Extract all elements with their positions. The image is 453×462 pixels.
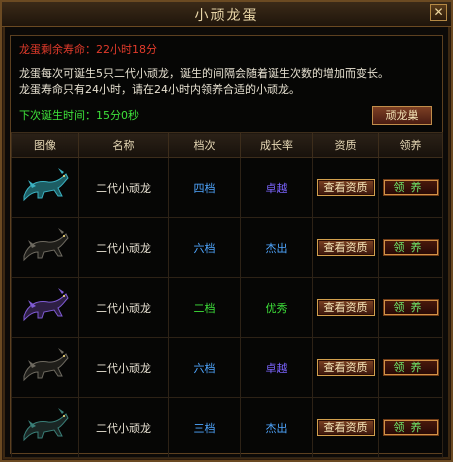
growth-rate: 杰出	[240, 397, 313, 458]
dragon-image-cell	[11, 397, 79, 458]
dragon-image-cell	[11, 277, 79, 338]
dragon-name: 二代小顽龙	[78, 277, 169, 338]
growth-rate: 杰出	[240, 217, 313, 278]
dragon-grade: 二档	[168, 277, 241, 338]
header-adopt: 领养	[378, 132, 443, 158]
growth-rate: 优秀	[240, 277, 313, 338]
dragon-table: 图像 名称 档次 成长率 资质 领养 二代小顽龙 四档 卓越 查看资质 领养 二…	[11, 132, 443, 458]
dragon-image-cell	[11, 337, 79, 398]
dark-dragon-icon	[23, 348, 69, 382]
close-icon: ✕	[433, 5, 444, 19]
header-aptitude: 资质	[312, 132, 379, 158]
dragon-name: 二代小顽龙	[78, 397, 169, 458]
aptitude-cell: 查看资质	[312, 217, 379, 278]
view-aptitude-button[interactable]: 查看资质	[316, 359, 375, 376]
dragon-grade: 六档	[168, 217, 241, 278]
aptitude-cell: 查看资质	[312, 397, 379, 458]
adopt-button[interactable]: 领养	[382, 359, 439, 376]
window-title: 小顽龙蛋	[194, 8, 259, 24]
description-line-1: 龙蛋每次可诞生5只二代小顽龙，诞生的间隔会随着诞生次数的增加而变长。	[19, 67, 389, 80]
close-button[interactable]: ✕	[430, 4, 447, 21]
adopt-button[interactable]: 领养	[382, 299, 439, 316]
dragon-grade: 四档	[168, 157, 241, 218]
dragon-grade: 六档	[168, 337, 241, 398]
teal-dragon-icon	[23, 168, 69, 202]
view-aptitude-button[interactable]: 查看资质	[316, 299, 375, 316]
aptitude-cell: 查看资质	[312, 337, 379, 398]
table-row: 二代小顽龙 四档 卓越 查看资质 领养	[11, 157, 443, 218]
table-row: 二代小顽龙 二档 优秀 查看资质 领养	[11, 277, 443, 338]
adopt-cell: 领养	[378, 397, 443, 458]
header-grade: 档次	[168, 132, 241, 158]
adopt-button[interactable]: 领养	[382, 179, 439, 196]
header-growth: 成长率	[240, 132, 313, 158]
table-header-row: 图像 名称 档次 成长率 资质 领养	[11, 132, 443, 158]
dragon-egg-window: 小顽龙蛋 ✕ 龙蛋剩余寿命：22小时18分 龙蛋每次可诞生5只二代小顽龙，诞生的…	[0, 0, 453, 462]
header-image: 图像	[11, 132, 79, 158]
dragon-image-cell	[11, 157, 79, 218]
purple-dragon-icon	[23, 288, 69, 322]
table-row: 二代小顽龙 六档 杰出 查看资质 领养	[11, 217, 443, 278]
adopt-button[interactable]: 领养	[382, 239, 439, 256]
adopt-cell: 领养	[378, 217, 443, 278]
aptitude-cell: 查看资质	[312, 277, 379, 338]
growth-rate: 卓越	[240, 337, 313, 398]
content-panel: 龙蛋剩余寿命：22小时18分 龙蛋每次可诞生5只二代小顽龙，诞生的间隔会随着诞生…	[10, 35, 443, 458]
adopt-button[interactable]: 领养	[382, 419, 439, 436]
adopt-cell: 领养	[378, 337, 443, 398]
dragon-name: 二代小顽龙	[78, 337, 169, 398]
table-row: 二代小顽龙 三档 杰出 查看资质 领养	[11, 397, 443, 458]
aptitude-cell: 查看资质	[312, 157, 379, 218]
adopt-cell: 领养	[378, 157, 443, 218]
life-remaining: 龙蛋剩余寿命：22小时18分	[19, 43, 157, 56]
table-row: 二代小顽龙 六档 卓越 查看资质 领养	[11, 337, 443, 398]
view-aptitude-button[interactable]: 查看资质	[316, 239, 375, 256]
header-name: 名称	[78, 132, 169, 158]
view-aptitude-button[interactable]: 查看资质	[316, 419, 375, 436]
dragon-grade: 三档	[168, 397, 241, 458]
dark-teal-dragon-icon	[23, 408, 69, 442]
dragon-name: 二代小顽龙	[78, 217, 169, 278]
dark-dragon-icon	[23, 228, 69, 262]
dragon-name: 二代小顽龙	[78, 157, 169, 218]
dragon-image-cell	[11, 217, 79, 278]
adopt-cell: 领养	[378, 277, 443, 338]
description-line-2: 龙蛋寿命只有24小时，请在24小时内领养合适的小顽龙。	[19, 83, 300, 96]
title-bar[interactable]: 小顽龙蛋 ✕	[2, 2, 451, 27]
growth-rate: 卓越	[240, 157, 313, 218]
view-aptitude-button[interactable]: 查看资质	[316, 179, 375, 196]
dragon-nest-button[interactable]: 顽龙巢	[372, 106, 432, 125]
